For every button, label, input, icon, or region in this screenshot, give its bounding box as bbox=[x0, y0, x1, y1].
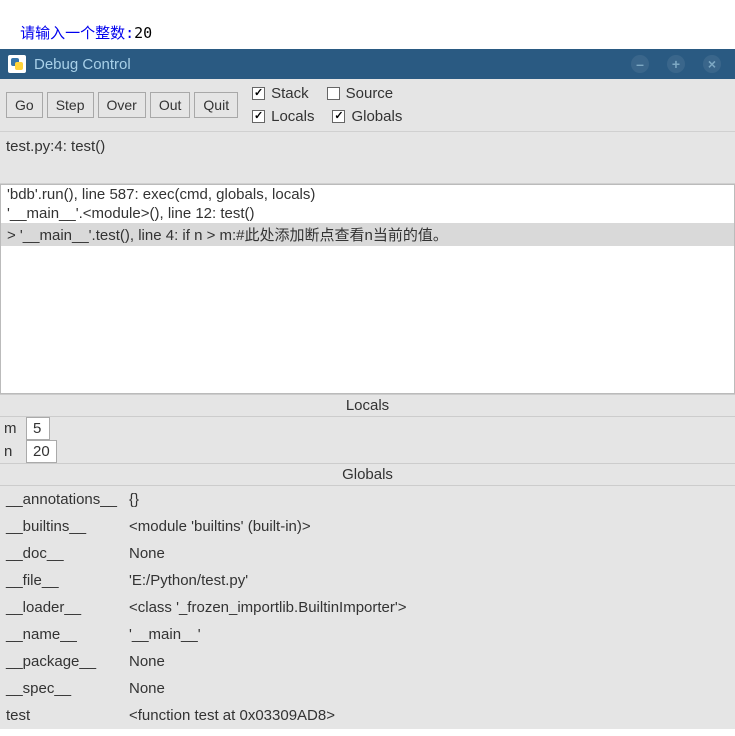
global-var-value: 'E:/Python/test.py' bbox=[123, 570, 731, 591]
toolbar: Go Step Over Out Quit Stack Source Local… bbox=[0, 79, 735, 132]
go-button[interactable]: Go bbox=[6, 92, 43, 118]
console-prompt: 请输入一个整数: bbox=[20, 24, 134, 42]
quit-button[interactable]: Quit bbox=[194, 92, 238, 118]
maximize-button[interactable]: + bbox=[667, 55, 685, 73]
globals-header: Globals bbox=[0, 463, 735, 486]
locals-header: Locals bbox=[0, 394, 735, 417]
console-user-input: 20 bbox=[134, 24, 152, 42]
checkbox-icon bbox=[252, 87, 265, 100]
global-var-name: __annotations__ bbox=[0, 489, 115, 510]
global-var-value: <function test at 0x03309AD8> bbox=[123, 705, 731, 726]
global-var-name: __file__ bbox=[0, 570, 115, 591]
window-title: Debug Control bbox=[34, 56, 631, 73]
global-var-value: None bbox=[123, 651, 731, 672]
stack-checkbox[interactable]: Stack bbox=[252, 85, 309, 102]
locals-pane: m 5 n 20 bbox=[0, 417, 735, 463]
global-var-name: __builtins__ bbox=[0, 516, 115, 537]
status-line: test.py:4: test() bbox=[0, 132, 735, 184]
global-var-value: <module 'builtins' (built-in)> bbox=[123, 516, 731, 537]
global-var-name: __name__ bbox=[0, 624, 115, 645]
globals-checkbox-label: Globals bbox=[351, 108, 402, 125]
globals-checkbox[interactable]: Globals bbox=[332, 108, 402, 125]
local-var-name: n bbox=[0, 441, 18, 462]
checkbox-icon bbox=[252, 110, 265, 123]
local-var-name: m bbox=[0, 418, 18, 439]
python-icon bbox=[8, 55, 26, 73]
global-var-row: __file__ 'E:/Python/test.py' bbox=[0, 567, 735, 594]
step-button[interactable]: Step bbox=[47, 92, 94, 118]
checkbox-icon bbox=[332, 110, 345, 123]
global-var-row: __builtins__ <module 'builtins' (built-i… bbox=[0, 513, 735, 540]
global-var-value: {} bbox=[123, 489, 731, 510]
console-output: 请输入一个整数:20 bbox=[0, 0, 735, 49]
stack-frame[interactable]: '__main__'.<module>(), line 12: test() bbox=[1, 204, 734, 223]
close-button[interactable]: × bbox=[703, 55, 721, 73]
global-var-row: __annotations__ {} bbox=[0, 486, 735, 513]
global-var-name: __spec__ bbox=[0, 678, 115, 699]
local-var-value[interactable]: 5 bbox=[26, 417, 50, 440]
global-var-value: <class '_frozen_importlib.BuiltinImporte… bbox=[123, 597, 731, 618]
window-buttons: – + × bbox=[631, 55, 727, 73]
global-var-row: __name__ '__main__' bbox=[0, 621, 735, 648]
local-var-value[interactable]: 20 bbox=[26, 440, 57, 463]
global-var-name: __package__ bbox=[0, 651, 115, 672]
stack-frame[interactable]: 'bdb'.run(), line 587: exec(cmd, globals… bbox=[1, 185, 734, 204]
globals-pane: __annotations__ {} __builtins__ <module … bbox=[0, 486, 735, 729]
source-checkbox[interactable]: Source bbox=[327, 85, 394, 102]
locals-checkbox[interactable]: Locals bbox=[252, 108, 314, 125]
global-var-value: '__main__' bbox=[123, 624, 731, 645]
global-var-row: __doc__ None bbox=[0, 540, 735, 567]
out-button[interactable]: Out bbox=[150, 92, 191, 118]
source-checkbox-label: Source bbox=[346, 85, 394, 102]
global-var-name: __loader__ bbox=[0, 597, 115, 618]
global-var-value: None bbox=[123, 678, 731, 699]
global-var-name: test bbox=[0, 705, 115, 726]
local-var-row: n 20 bbox=[0, 440, 735, 463]
minimize-button[interactable]: – bbox=[631, 55, 649, 73]
global-var-value: None bbox=[123, 543, 731, 564]
checkbox-group: Stack Source Locals Globals bbox=[252, 85, 402, 125]
locals-checkbox-label: Locals bbox=[271, 108, 314, 125]
title-bar: Debug Control – + × bbox=[0, 49, 735, 79]
call-stack-pane[interactable]: 'bdb'.run(), line 587: exec(cmd, globals… bbox=[0, 184, 735, 394]
over-button[interactable]: Over bbox=[98, 92, 146, 118]
global-var-row: __spec__ None bbox=[0, 675, 735, 702]
global-var-name: __doc__ bbox=[0, 543, 115, 564]
global-var-row: test <function test at 0x03309AD8> bbox=[0, 702, 735, 729]
global-var-row: __package__ None bbox=[0, 648, 735, 675]
checkbox-icon bbox=[327, 87, 340, 100]
global-var-row: __loader__ <class '_frozen_importlib.Bui… bbox=[0, 594, 735, 621]
stack-frame-current[interactable]: > '__main__'.test(), line 4: if n > m:#此… bbox=[1, 223, 734, 246]
stack-checkbox-label: Stack bbox=[271, 85, 309, 102]
local-var-row: m 5 bbox=[0, 417, 735, 440]
